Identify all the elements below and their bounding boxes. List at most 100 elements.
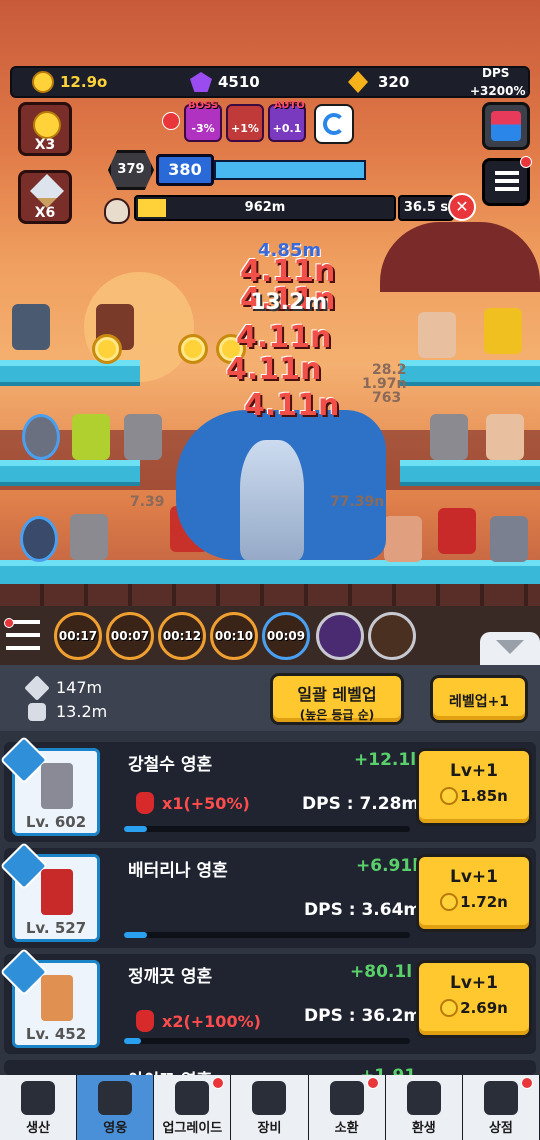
skill-slot-4[interactable]: 00:10	[210, 612, 258, 660]
levelup-plus-button[interactable]: 레벨업+1	[430, 675, 528, 723]
prev-stage-badge: 379	[108, 150, 154, 190]
coin-multiplier-button[interactable]: X3	[18, 102, 72, 156]
hero-portrait[interactable]: Lv. 452	[0, 947, 100, 1048]
skill-slot-6[interactable]	[316, 612, 364, 660]
hero-sprite	[490, 516, 528, 562]
hero-dps: DPS : 3.64m	[304, 900, 422, 920]
hero-name: 배터리나 영혼	[128, 861, 228, 881]
nav-shop[interactable]: 상점	[462, 1075, 540, 1140]
crit-icon	[28, 703, 46, 721]
hero-sprite	[124, 414, 162, 460]
chevron-down-icon	[496, 640, 524, 654]
gold-coin-icon	[32, 71, 54, 93]
close-boss-button[interactable]: ✕	[448, 193, 476, 221]
nav-equipment[interactable]: 장비	[231, 1075, 309, 1140]
hero-sprite	[70, 514, 108, 560]
hero-portrait[interactable]: Lv. 527	[0, 841, 100, 942]
hero-name: 정깨끗 영혼	[128, 967, 213, 987]
notification-dot	[4, 618, 14, 628]
collapse-button[interactable]	[480, 632, 540, 665]
hero-gain: +12.1l	[354, 750, 417, 770]
hero-portrait[interactable]: Lv. 602	[0, 735, 100, 836]
platform	[400, 460, 540, 486]
sword-multiplier-label: X6	[34, 205, 56, 221]
hero-levelup-label: Lv+1	[450, 973, 498, 993]
hero-progress-fill	[124, 932, 147, 938]
gem-amount: 4510	[218, 73, 260, 91]
coin-drop[interactable]	[92, 334, 122, 364]
damage-number: 7.39	[130, 494, 165, 510]
bulk-levelup-button[interactable]: 일괄 레벨업 (높은 등급 순)	[270, 673, 404, 725]
hero-sprite	[486, 414, 524, 460]
sword-icon	[30, 174, 64, 208]
damage-number: 13.2m	[250, 290, 328, 315]
hero-levelup-button[interactable]: Lv+1 1.85n	[416, 748, 532, 826]
dps-label: DPS	[482, 66, 510, 80]
hero-level: Lv. 527	[25, 919, 87, 937]
ground-top	[0, 560, 540, 584]
hero-gain: +1.91	[360, 1066, 416, 1075]
gold-diamond-icon	[348, 71, 368, 93]
game-scene[interactable]: 4.85m 4.11n 4.11n 13.2m 4.11n 4.11n 4.11…	[0, 0, 540, 665]
hero-progress	[124, 826, 410, 832]
nav-upgrade[interactable]: 업그레이드	[154, 1075, 232, 1140]
skill-slot-5[interactable]: 00:09	[262, 612, 310, 660]
mountain	[380, 222, 540, 292]
refresh-button[interactable]	[314, 104, 354, 144]
notification-dot	[520, 1077, 533, 1089]
hero-gain: +6.91l	[356, 856, 419, 876]
briefcase-icon	[252, 1081, 287, 1115]
coin-drop[interactable]	[178, 334, 208, 364]
boss-buff[interactable]: BOSS -3%	[184, 100, 222, 142]
nav-production[interactable]: 생산	[0, 1075, 78, 1140]
hourglass-icon	[406, 1081, 441, 1115]
shop-icon	[491, 111, 521, 141]
hero-progress	[124, 932, 410, 938]
coin-multiplier-label: X3	[34, 137, 56, 153]
skill-slot-1[interactable]: 00:17	[54, 612, 102, 660]
nav-heroes[interactable]: 영웅	[77, 1075, 155, 1140]
skill-slot-2[interactable]: 00:07	[106, 612, 154, 660]
dps-bonus: +3200%	[470, 84, 526, 98]
boss-buff-value: -3%	[191, 122, 215, 135]
gold-coin-icon	[440, 787, 459, 805]
heroes-icon	[98, 1081, 133, 1115]
attack-buff-value: +1%	[231, 122, 259, 135]
platform	[0, 360, 140, 386]
alert-icon[interactable]	[162, 112, 180, 130]
hero-levelup-button[interactable]: Lv+1 2.69n	[416, 960, 532, 1038]
damage-number: 4.11n	[236, 320, 332, 355]
gold-coin-icon	[440, 893, 459, 911]
cards-icon	[329, 1081, 364, 1115]
hero-sprite	[72, 414, 110, 460]
purple-gem-icon	[190, 72, 212, 92]
potion-icon	[136, 792, 154, 814]
notification-dot	[212, 1077, 225, 1089]
diamond-amount: 320	[378, 73, 410, 91]
nav-label: 상점	[488, 1121, 513, 1136]
notification-dot	[520, 156, 532, 168]
hero-levelup-label: Lv+1	[450, 761, 498, 781]
damage-number: 77.39n	[330, 494, 385, 510]
hero-levelup-button[interactable]: Lv+1 1.72n	[416, 854, 532, 932]
hero-sprite	[22, 414, 60, 460]
skill-slot-7[interactable]	[368, 612, 416, 660]
auto-buff[interactable]: AUTO +0.1	[268, 100, 306, 142]
hero-avatar	[41, 869, 73, 915]
damage-number: 763	[372, 390, 402, 406]
attack-buff[interactable]: +1%	[226, 104, 264, 142]
stage-progress	[214, 160, 366, 180]
platform	[0, 460, 140, 486]
shop-button[interactable]	[482, 102, 530, 150]
anvil-icon	[21, 1081, 56, 1115]
nav-rebirth[interactable]: 환생	[385, 1075, 463, 1140]
platform	[400, 360, 540, 386]
sword-multiplier-button[interactable]: X6	[18, 170, 72, 224]
boss-hp-bar: 962m	[134, 195, 396, 221]
hero-levelup-cost: 2.69n	[460, 999, 508, 1017]
skill-slot-3[interactable]: 00:12	[158, 612, 206, 660]
hero-avatar	[41, 975, 73, 1021]
nav-summon[interactable]: 소환	[308, 1075, 386, 1140]
whirlwind-effect	[240, 440, 304, 560]
hero-progress	[124, 1038, 410, 1044]
